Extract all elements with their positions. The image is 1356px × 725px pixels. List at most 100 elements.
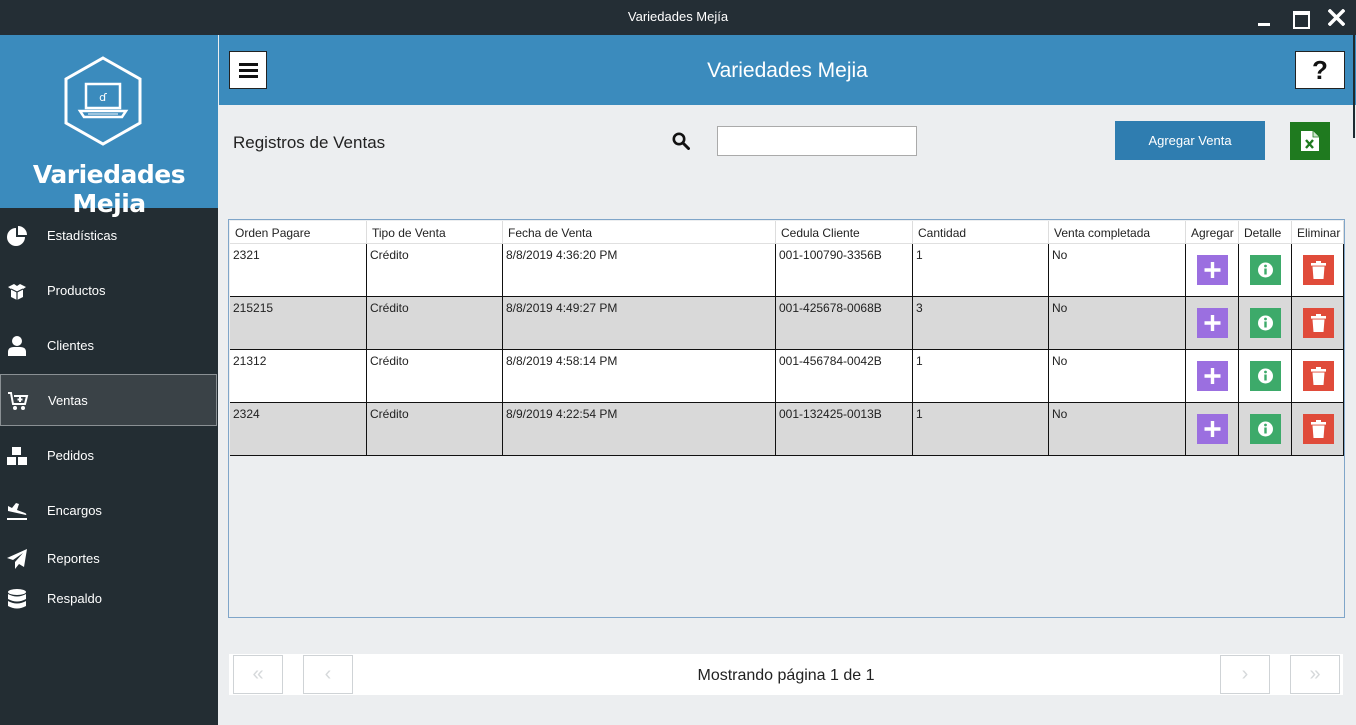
orden-cell: 2321: [230, 244, 367, 296]
add-action-button[interactable]: [1197, 414, 1228, 444]
column-header[interactable]: Detalle: [1239, 221, 1292, 244]
add-sale-button[interactable]: Agregar Venta: [1115, 121, 1265, 160]
app-title: Variedades Mejia: [707, 59, 868, 82]
action-cell: [1186, 297, 1239, 349]
delete-action-button[interactable]: [1303, 414, 1334, 444]
column-header[interactable]: Cedula Cliente: [776, 221, 913, 244]
page-status: Mostrando página 1 de 1: [697, 667, 875, 684]
search-input[interactable]: [717, 126, 917, 156]
delete-action-button[interactable]: [1303, 255, 1334, 285]
last-page-button[interactable]: »: [1290, 655, 1340, 694]
table-row[interactable]: 2324 Crédito 8/9/2019 4:22:54 PM 001-132425…: [230, 403, 1344, 456]
add-action-button[interactable]: [1197, 308, 1228, 338]
fecha-cell: 8/8/2019 4:58:14 PM: [503, 350, 776, 402]
boxes-icon: [7, 447, 27, 465]
laptop-logo-icon: ɗ: [64, 56, 142, 146]
plus-icon: [1204, 315, 1221, 331]
nav-item-clientes[interactable]: Clientes: [0, 320, 218, 372]
cantidad-cell: 1: [913, 403, 1049, 455]
action-cell: [1239, 244, 1292, 296]
detail-action-button[interactable]: [1250, 414, 1281, 444]
cedula-cell: 001-100790-3356B: [776, 244, 913, 296]
pagination-bar: « ‹ Mostrando página 1 de 1 › »: [229, 654, 1343, 695]
next-page-button[interactable]: ›: [1220, 655, 1270, 694]
action-cell: [1186, 350, 1239, 402]
search-icon: [672, 132, 690, 150]
table-header: Orden Pagare Tipo de Venta Fecha de Vent…: [230, 221, 1344, 244]
action-cell: [1239, 297, 1292, 349]
fecha-cell: 8/8/2019 4:36:20 PM: [503, 244, 776, 296]
trash-icon: [1311, 314, 1326, 332]
orden-cell: 215215: [230, 297, 367, 349]
nav-item-encargos[interactable]: Encargos: [0, 485, 218, 537]
info-icon: [1258, 421, 1273, 437]
orden-cell: 2324: [230, 403, 367, 455]
nav-item-pedidos[interactable]: Pedidos: [0, 430, 218, 482]
nav-item-label: Reportes: [47, 551, 100, 566]
column-header[interactable]: Cantidad: [913, 221, 1049, 244]
column-header[interactable]: Agregar: [1186, 221, 1239, 244]
tipo-cell: Crédito: [367, 403, 503, 455]
help-button[interactable]: ?: [1295, 51, 1345, 89]
plus-icon: [1204, 262, 1221, 278]
action-cell: [1186, 403, 1239, 455]
orden-cell: 21312: [230, 350, 367, 402]
tipo-cell: Crédito: [367, 297, 503, 349]
table-row[interactable]: 215215 Crédito 8/8/2019 4:49:27 PM 001-4256…: [230, 297, 1344, 350]
column-header[interactable]: Venta completada: [1049, 221, 1186, 244]
info-icon: [1258, 262, 1273, 278]
info-icon: [1258, 368, 1273, 384]
nav-item-label: Productos: [47, 283, 106, 298]
user-icon: [8, 336, 26, 356]
nav-item-label: Estadísticas: [47, 228, 118, 243]
table-row[interactable]: 21312 Crédito 8/8/2019 4:58:14 PM 001-45678…: [230, 350, 1344, 403]
column-header[interactable]: Tipo de Venta: [367, 221, 503, 244]
nav-item-ventas[interactable]: Ventas: [0, 374, 217, 426]
completada-cell: No: [1049, 403, 1186, 455]
minimize-icon[interactable]: [1246, 0, 1282, 35]
detail-action-button[interactable]: [1250, 255, 1281, 285]
add-action-button[interactable]: [1197, 361, 1228, 391]
brand-panel: ɗ Variedades Mejia: [0, 35, 218, 218]
completada-cell: No: [1049, 297, 1186, 349]
window-title: Variedades Mejía: [627, 9, 729, 24]
chart-pie-icon: [7, 226, 27, 246]
nav-item-label: Encargos: [47, 503, 102, 518]
box-open-icon: [8, 284, 26, 300]
trash-icon: [1311, 261, 1326, 279]
sales-table: Orden Pagare Tipo de Venta Fecha de Vent…: [228, 219, 1345, 618]
tipo-cell: Crédito: [367, 244, 503, 296]
nav-item-label: Pedidos: [47, 448, 94, 463]
detail-action-button[interactable]: [1250, 308, 1281, 338]
cantidad-cell: 1: [913, 350, 1049, 402]
action-cell: [1292, 244, 1344, 296]
plus-icon: [1204, 421, 1221, 437]
maximize-icon[interactable]: [1282, 0, 1318, 35]
svg-text:ɗ: ɗ: [99, 91, 107, 104]
fecha-cell: 8/9/2019 4:22:54 PM: [503, 403, 776, 455]
nav-item-label: Respaldo: [47, 591, 102, 606]
trash-icon: [1311, 420, 1326, 438]
column-header[interactable]: Fecha de Venta: [503, 221, 776, 244]
nav-item-respaldo[interactable]: Respaldo: [0, 573, 218, 625]
nav-item-label: Ventas: [48, 393, 88, 408]
export-excel-button[interactable]: [1290, 122, 1330, 160]
cart-plus-icon: [8, 392, 29, 410]
add-action-button[interactable]: [1197, 255, 1228, 285]
detail-action-button[interactable]: [1250, 361, 1281, 391]
completada-cell: No: [1049, 244, 1186, 296]
nav-item-estadisticas[interactable]: Estadísticas: [0, 210, 218, 262]
cantidad-cell: 1: [913, 244, 1049, 296]
cedula-cell: 001-456784-0042B: [776, 350, 913, 402]
column-header[interactable]: Eliminar: [1292, 221, 1344, 244]
app-header: Variedades Mejia ?: [219, 35, 1356, 105]
sidebar: ɗ Variedades Mejia Estadísticas Producto…: [0, 35, 218, 725]
delete-action-button[interactable]: [1303, 361, 1334, 391]
column-header[interactable]: Orden Pagare: [230, 221, 367, 244]
table-row[interactable]: 2321 Crédito 8/8/2019 4:36:20 PM 001-100790…: [230, 244, 1344, 297]
trash-icon: [1311, 367, 1326, 385]
close-icon[interactable]: [1318, 0, 1354, 35]
delete-action-button[interactable]: [1303, 308, 1334, 338]
cedula-cell: 001-425678-0068B: [776, 297, 913, 349]
nav-item-productos[interactable]: Productos: [0, 265, 218, 317]
